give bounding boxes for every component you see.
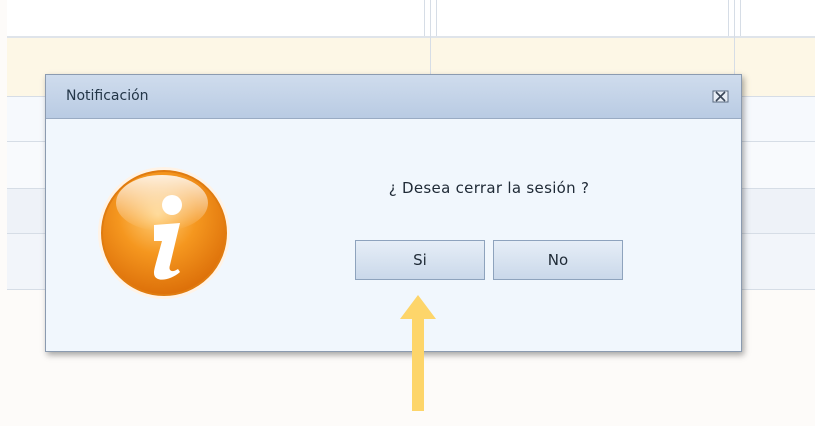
no-button[interactable]: No (493, 240, 623, 280)
info-icon (98, 167, 230, 299)
table-header-row (7, 0, 815, 38)
close-icon[interactable] (712, 88, 729, 105)
column-divider (436, 0, 437, 36)
notification-dialog: Notificación ¿ Desea cerrar la sesión ? … (45, 74, 742, 352)
column-divider (728, 0, 729, 36)
yes-button[interactable]: Si (355, 240, 485, 280)
column-divider (424, 0, 425, 36)
dialog-titlebar[interactable]: Notificación (46, 75, 741, 119)
column-divider (740, 0, 741, 36)
dialog-body: ¿ Desea cerrar la sesión ? Si No (46, 119, 741, 351)
dialog-title: Notificación (66, 88, 149, 104)
arrow-up-icon (400, 295, 436, 411)
dialog-message: ¿ Desea cerrar la sesión ? (388, 179, 590, 197)
close-button[interactable] (712, 88, 729, 105)
